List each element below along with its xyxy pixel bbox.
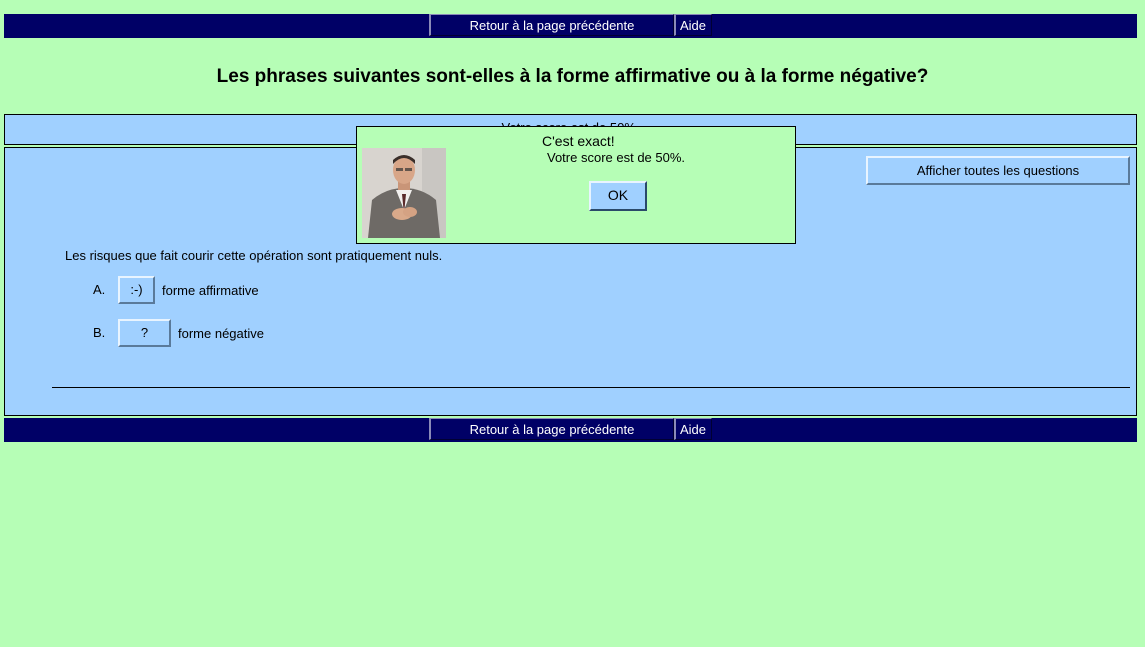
answer-letter: B. <box>93 325 106 340</box>
feedback-message: Votre score est de 50%. <box>547 150 686 165</box>
help-button[interactable]: Aide <box>674 14 712 36</box>
ok-button[interactable]: OK <box>589 181 647 211</box>
feedback-title: C'est exact! <box>542 133 615 149</box>
answer-a-text: forme affirmative <box>162 283 259 298</box>
help-button[interactable]: Aide <box>674 418 712 440</box>
question-text: Les risques que fait courir cette opérat… <box>65 248 443 263</box>
back-button[interactable]: Retour à la page précédente <box>429 14 674 36</box>
answer-letter: A. <box>93 282 106 297</box>
answer-a-button[interactable]: :-) <box>118 276 155 304</box>
divider <box>52 387 1130 388</box>
show-all-questions-button[interactable]: Afficher toutes les questions <box>866 156 1130 185</box>
bottom-navbar: Retour à la page précédente Aide <box>4 418 1137 442</box>
feedback-popup: C'est exact! Votre score est de 50%. OK <box>356 126 796 244</box>
answer-b-text: forme négative <box>178 326 264 341</box>
top-navbar: Retour à la page précédente Aide <box>4 14 1137 38</box>
page-title: Les phrases suivantes sont-elles à la fo… <box>216 66 929 87</box>
back-button[interactable]: Retour à la page précédente <box>429 418 674 440</box>
answer-b-button[interactable]: ? <box>118 319 171 347</box>
presenter-photo <box>362 148 446 238</box>
